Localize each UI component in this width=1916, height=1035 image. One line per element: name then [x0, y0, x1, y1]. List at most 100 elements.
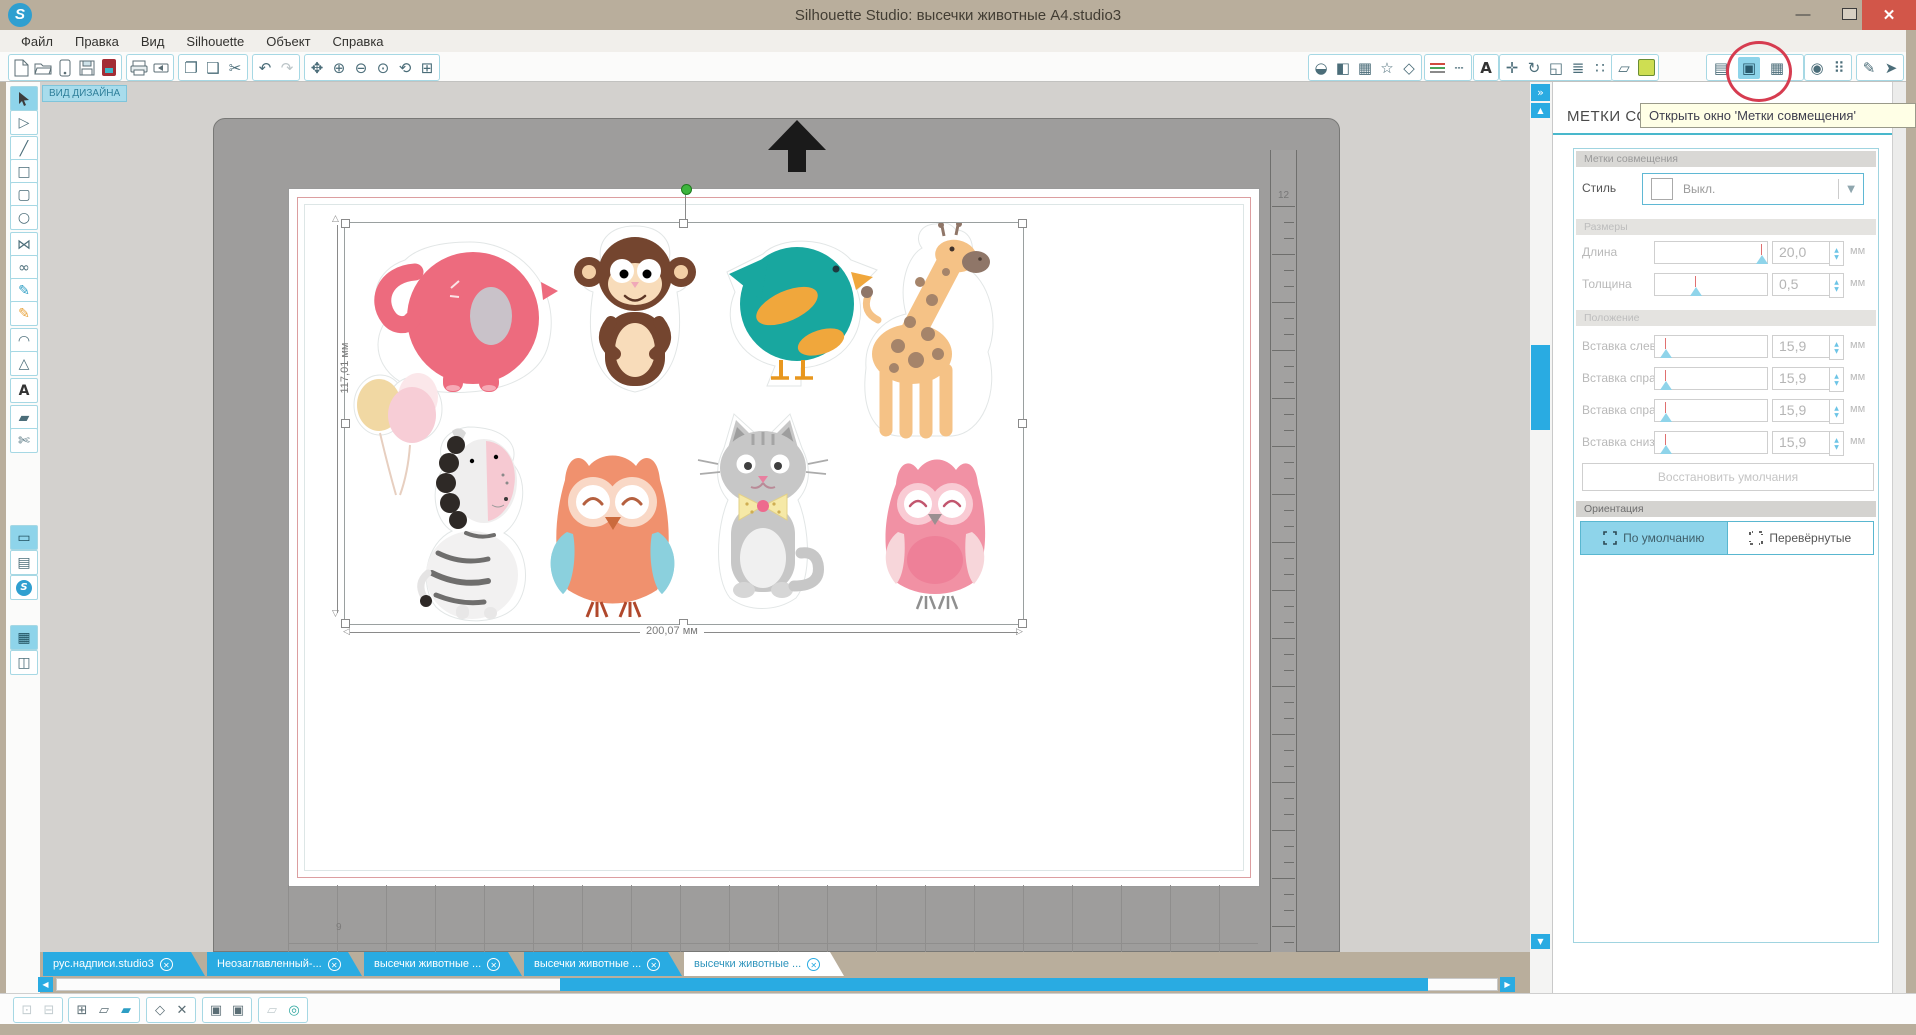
panel-expand-button[interactable]: » — [1531, 84, 1550, 101]
page-mat-view-icon[interactable]: ▦ — [10, 625, 38, 650]
length-value[interactable]: 20,0 — [1772, 241, 1830, 264]
close-tab-icon[interactable]: ✕ — [807, 958, 820, 971]
sketch-pens-icon[interactable]: ✎ — [1858, 57, 1880, 79]
document-tab-active[interactable]: высечки животные ...✕ — [684, 952, 844, 976]
library-icon[interactable]: ▤ — [10, 550, 38, 575]
save-icon[interactable] — [76, 57, 98, 79]
delete-icon[interactable]: ✕ — [171, 999, 193, 1021]
knife-tool-icon[interactable]: ✄ — [10, 428, 38, 453]
close-tab-icon[interactable]: ✕ — [487, 958, 500, 971]
inset-left-slider[interactable] — [1654, 335, 1768, 358]
menu-object[interactable]: Объект — [255, 34, 321, 49]
close-tab-icon[interactable]: ✕ — [328, 958, 341, 971]
thickness-value[interactable]: 0,5 — [1772, 273, 1830, 296]
send-to-cut-icon[interactable] — [150, 57, 172, 79]
paste-front-icon[interactable]: ▰ — [115, 999, 137, 1021]
make-compound-icon[interactable]: ◇ — [149, 999, 171, 1021]
store-icon[interactable]: S — [10, 575, 38, 600]
orientation-flipped-button[interactable]: Перевёрнутые — [1727, 522, 1874, 554]
rotation-handle[interactable] — [681, 184, 692, 195]
inset-left-value[interactable]: 15,9 — [1772, 335, 1830, 358]
send-to-silhouette-icon[interactable]: ➤ — [1880, 57, 1902, 79]
replicate-icon[interactable]: ∷ — [1589, 57, 1611, 79]
text-tool-icon[interactable]: A — [10, 378, 38, 403]
design-view-icon[interactable]: ▭ — [10, 525, 38, 550]
thickness-slider[interactable] — [1654, 273, 1768, 296]
vertical-scrollbar-thumb[interactable] — [1531, 345, 1550, 430]
split-view-icon[interactable]: ◫ — [10, 650, 38, 675]
restore-defaults-button[interactable]: Восстановить умолчания — [1582, 463, 1874, 491]
copy-shape-icon[interactable]: ▱ — [93, 999, 115, 1021]
style-dropdown[interactable]: Выкл. ▼ — [1642, 173, 1864, 205]
save-to-library-icon[interactable] — [98, 57, 120, 79]
pixscan-icon[interactable]: ◉ — [1806, 57, 1828, 79]
rotate-icon[interactable]: ↻ — [1523, 57, 1545, 79]
scroll-down-icon[interactable]: ▼ — [1531, 934, 1550, 949]
move-icon[interactable]: ✛ — [1501, 57, 1523, 79]
minimize-button[interactable]: — — [1786, 0, 1820, 28]
panel-scrollbar[interactable] — [1892, 82, 1906, 993]
select-tool-icon[interactable] — [10, 86, 38, 111]
offset-icon[interactable] — [1635, 57, 1657, 79]
inset-right-slider[interactable] — [1654, 367, 1768, 390]
punch-tool-icon[interactable]: ⠿ — [1828, 57, 1850, 79]
inset-right2-slider[interactable] — [1654, 399, 1768, 422]
canvas-workspace[interactable]: ВИД ДИЗАЙНА — [40, 82, 1530, 952]
scale-icon[interactable]: ◱ — [1545, 57, 1567, 79]
curve-tool-icon[interactable]: ∞ — [10, 255, 38, 280]
close-button[interactable]: ✕ — [1862, 0, 1916, 30]
cut-scissors-icon[interactable]: ✂ — [224, 57, 246, 79]
print-icon[interactable] — [128, 57, 150, 79]
scroll-up-icon[interactable]: ▲ — [1531, 103, 1550, 118]
horizontal-scrollbar-thumb[interactable] — [560, 978, 1428, 991]
line-dash-icon[interactable]: ┄ — [1448, 57, 1470, 79]
orientation-default-button[interactable]: По умолчанию — [1581, 522, 1727, 554]
scroll-right-icon[interactable]: ▶ — [1500, 977, 1515, 992]
close-tab-icon[interactable]: ✕ — [160, 958, 173, 971]
menu-edit[interactable]: Правка — [64, 34, 130, 49]
selection-handle[interactable] — [341, 419, 350, 428]
star-shape-icon[interactable]: ☆ — [1376, 57, 1398, 79]
zoom-select-icon[interactable]: ⊙ — [372, 57, 394, 79]
polygon-shape-icon[interactable]: ◇ — [1398, 57, 1420, 79]
menu-file[interactable]: Файл — [10, 34, 64, 49]
title-bar[interactable]: S Silhouette Studio: высечки животные A4… — [0, 0, 1916, 30]
trace-icon[interactable]: ◎ — [283, 999, 305, 1021]
document-tab[interactable]: высечки животные ...✕ — [364, 952, 522, 976]
eraser-action-icon[interactable]: ▱ — [261, 999, 283, 1021]
menu-view[interactable]: Вид — [130, 34, 176, 49]
close-tab-icon[interactable]: ✕ — [647, 958, 660, 971]
align-icon[interactable]: ≣ — [1567, 57, 1589, 79]
pan-tool-icon[interactable]: ✥ — [306, 57, 328, 79]
smooth-freehand-tool-icon[interactable]: ✎ — [10, 301, 38, 326]
selection-handle[interactable] — [679, 219, 688, 228]
ellipse-tool-icon[interactable]: ○ — [10, 205, 38, 230]
open-file-icon[interactable] — [32, 57, 54, 79]
zoom-reset-icon[interactable]: ⟲ — [394, 57, 416, 79]
shadow-icon[interactable]: ▱ — [1613, 57, 1635, 79]
rounded-rect-tool-icon[interactable]: ▢ — [10, 182, 38, 207]
length-stepper[interactable]: ▲▼ — [1829, 241, 1844, 266]
send-backward-icon[interactable]: ▣ — [227, 999, 249, 1021]
selection-handle[interactable] — [341, 219, 350, 228]
undo-icon[interactable]: ↶ — [254, 57, 276, 79]
zoom-in-icon[interactable]: ⊕ — [328, 57, 350, 79]
inset-right-value[interactable]: 15,9 — [1772, 367, 1830, 390]
rectangle-tool-icon[interactable]: □ — [10, 159, 38, 184]
maximize-button[interactable] — [1832, 0, 1866, 28]
line-tool-icon[interactable]: ╱ — [10, 136, 38, 161]
selection-handle[interactable] — [1018, 419, 1027, 428]
edit-points-tool-icon[interactable]: ▷ — [10, 110, 38, 135]
arc-tool-icon[interactable]: ◠ — [10, 328, 38, 353]
freehand-tool-icon[interactable]: ✎ — [10, 278, 38, 303]
document-tab[interactable]: высечки животные ...✕ — [524, 952, 682, 976]
document-tab[interactable]: Неозаглавленный-...✕ — [207, 952, 362, 976]
selection-bounds[interactable] — [344, 222, 1024, 625]
line-color-icon[interactable] — [1426, 57, 1448, 79]
document-tab[interactable]: рус.надписи.studio3✕ — [43, 952, 205, 976]
selection-handle[interactable] — [1018, 219, 1027, 228]
gradient-fill-icon[interactable]: ◧ — [1332, 57, 1354, 79]
duplicate-icon[interactable]: ⊞ — [71, 999, 93, 1021]
inset-right2-value[interactable]: 15,9 — [1772, 399, 1830, 422]
length-slider[interactable] — [1654, 241, 1768, 264]
